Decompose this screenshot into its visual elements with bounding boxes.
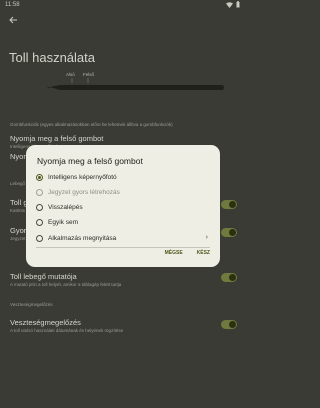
option-label: Jegyzet gyors létrehozás bbox=[48, 189, 120, 196]
option-label: Intelligens képernyőfotó bbox=[48, 174, 117, 181]
done-button[interactable]: KÉSZ bbox=[197, 250, 210, 256]
option-back[interactable]: Visszalépés bbox=[36, 202, 211, 213]
option-none[interactable]: Egyik sem bbox=[36, 217, 211, 228]
radio-icon[interactable] bbox=[36, 219, 43, 226]
radio-disabled-icon bbox=[36, 189, 43, 196]
dialog-actions: MÉGSE KÉSZ bbox=[165, 250, 210, 256]
chevron-right-icon[interactable]: › bbox=[206, 234, 208, 241]
radio-selected-icon[interactable] bbox=[36, 174, 43, 181]
option-label: Alkalmazás megnyitása bbox=[48, 235, 117, 242]
option-quick-note: Jegyzet gyors létrehozás bbox=[36, 187, 211, 198]
dialog-title: Nyomja meg a felső gombot bbox=[37, 156, 143, 166]
radio-icon[interactable] bbox=[36, 204, 43, 211]
option-smart-screenshot[interactable]: Intelligens képernyőfotó bbox=[36, 172, 211, 183]
radio-icon[interactable] bbox=[36, 235, 43, 242]
option-open-app[interactable]: Alkalmazás megnyitása › bbox=[36, 233, 211, 244]
option-label: Egyik sem bbox=[48, 219, 78, 226]
top-button-dialog: Nyomja meg a felső gombot Intelligens ké… bbox=[26, 145, 220, 267]
cancel-button[interactable]: MÉGSE bbox=[165, 250, 183, 256]
dialog-divider bbox=[36, 247, 210, 248]
option-label: Visszalépés bbox=[48, 204, 83, 211]
